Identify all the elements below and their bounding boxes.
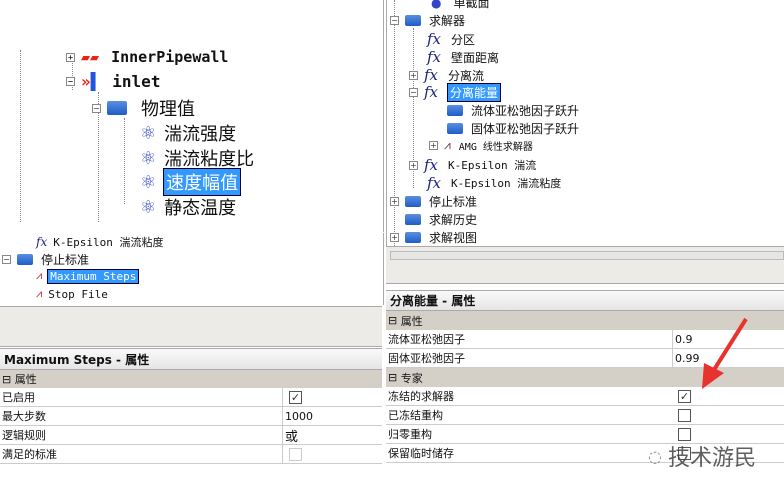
- tree-item[interactable]: + ⩘ AMG 线性求解器: [429, 138, 537, 153]
- collapse-icon[interactable]: −: [390, 16, 399, 25]
- tree-item-segregated-energy[interactable]: − fx 分离能量: [409, 82, 502, 102]
- atom-icon: ⚛: [140, 196, 157, 218]
- inlet-boundary-icon: »▌: [81, 72, 101, 91]
- tree-item-stop-file[interactable]: ⩘ Stop File: [36, 287, 108, 301]
- collapse-icon[interactable]: −: [92, 103, 101, 113]
- expand-icon[interactable]: +: [409, 70, 418, 80]
- tree-item[interactable]: ⚛ 湍流粘度比: [140, 145, 254, 171]
- expand-icon[interactable]: +: [66, 52, 75, 62]
- function-icon: fx: [427, 30, 442, 48]
- tree-item-selected[interactable]: ⚛ 速度幅值: [140, 168, 242, 196]
- folder-icon: [405, 232, 421, 243]
- prop-row-enabled[interactable]: 已启用 ✓: [0, 388, 382, 407]
- tree-item-inlet[interactable]: − »▌ inlet: [66, 72, 160, 91]
- right-tree: ● 单截面 − 求解器 fx 分区 fx 壁面距离 + fx 分离流 − fx 分离能量 流体亚…: [386, 0, 784, 246]
- collapse-icon[interactable]: −: [2, 255, 11, 264]
- atom-icon: ⚛: [140, 147, 157, 169]
- folder-icon: [405, 196, 421, 207]
- prop-row-criteria-satisfied[interactable]: 满足的标准: [0, 445, 382, 464]
- tree-item[interactable]: + 停止标准: [390, 193, 477, 210]
- tree-item[interactable]: fx K-Epsilon 湍流粘度: [36, 234, 163, 249]
- right-props-title: 分离能量 - 属性: [386, 290, 784, 311]
- function-icon: fx: [424, 66, 439, 84]
- folder-icon: [405, 15, 421, 26]
- function-icon: fx: [36, 234, 48, 249]
- tree-item[interactable]: + 求解视图: [390, 229, 477, 246]
- horizontal-scrollbar[interactable]: [390, 251, 784, 260]
- prop-row-max-steps[interactable]: 最大步数 1000: [0, 407, 382, 426]
- wechat-icon: ◌: [648, 446, 662, 466]
- folder-icon: [405, 214, 421, 225]
- tree-item[interactable]: 固体亚松弛因子跃升: [447, 120, 579, 137]
- tree-item[interactable]: fx K-Epsilon 湍流粘度: [427, 174, 561, 192]
- tree-item[interactable]: 流体亚松弛因子跃升: [447, 102, 579, 119]
- folder-icon: [17, 254, 33, 265]
- left-tree: fx K-Epsilon 湍流粘度 − 停止标准 ⩘ Maximum Steps ⩘ S…: [0, 233, 384, 305]
- left-gray-bar: [0, 306, 382, 347]
- function-icon: fx: [424, 156, 439, 174]
- red-arrow-annotation: [702, 317, 748, 389]
- left-props-title: Maximum Steps - 属性: [0, 348, 382, 370]
- max-steps-value[interactable]: 1000: [282, 407, 313, 425]
- atom-icon: ⚛: [140, 171, 157, 193]
- left-tree-zoomed: + ▰▰ InnerPipewall − »▌ inlet − 物理值 ⚛ 湍流强度 ⚛ 湍流…: [0, 0, 384, 232]
- collapse-icon[interactable]: −: [66, 77, 75, 86]
- tree-item[interactable]: + fx 分离流: [409, 66, 484, 84]
- tree-item-innerpipewall[interactable]: + ▰▰ InnerPipewall: [66, 48, 228, 66]
- collapse-icon[interactable]: −: [409, 87, 418, 97]
- function-icon: fx: [424, 83, 439, 101]
- left-props-section[interactable]: ⊟ 属性: [0, 370, 382, 388]
- wall-boundary-icon: ▰▰: [81, 48, 100, 66]
- tree-item[interactable]: fx 壁面距离: [427, 48, 499, 66]
- folder-icon: [107, 101, 127, 115]
- tree-item-solvers[interactable]: − 求解器: [390, 12, 465, 29]
- tree-item[interactable]: ● 单截面: [431, 0, 490, 11]
- expand-icon[interactable]: +: [429, 141, 438, 150]
- tree-item-maximum-steps[interactable]: ⩘ Maximum Steps: [36, 268, 140, 284]
- folder-icon: [447, 105, 463, 116]
- sphere-icon: ●: [431, 0, 442, 10]
- tree-item[interactable]: 求解历史: [405, 211, 477, 228]
- expand-icon[interactable]: +: [390, 197, 399, 206]
- criterion-icon: ⩘: [36, 269, 43, 282]
- prop-row[interactable]: 已冻结重构: [386, 406, 784, 425]
- enabled-checkbox[interactable]: ✓: [289, 390, 302, 404]
- tree-item[interactable]: + fx K-Epsilon 湍流: [409, 156, 536, 174]
- tree-item-stop-criteria[interactable]: − 停止标准: [2, 251, 89, 268]
- linear-solver-icon: ⩘: [444, 138, 451, 152]
- criterion-icon: ⩘: [36, 287, 43, 300]
- function-icon: fx: [427, 174, 442, 192]
- watermark: ◌ 技术游民: [648, 446, 756, 471]
- folder-icon: [447, 123, 463, 134]
- prop-row-logic-rule[interactable]: 逻辑规则或: [0, 426, 382, 445]
- tree-item-physics-values[interactable]: − 物理值: [92, 95, 195, 121]
- expand-icon[interactable]: +: [390, 233, 399, 242]
- tree-item[interactable]: ⚛ 静态温度: [140, 194, 236, 220]
- checkbox[interactable]: [678, 408, 691, 422]
- criteria-satisfied-checkbox: [289, 447, 302, 461]
- function-icon: fx: [427, 48, 442, 66]
- tree-item[interactable]: ⚛ 湍流强度: [140, 120, 236, 146]
- tree-item[interactable]: fx 分区: [427, 30, 475, 48]
- checkbox[interactable]: [678, 427, 691, 441]
- expand-icon[interactable]: +: [409, 160, 418, 170]
- logic-rule-value[interactable]: 或: [282, 426, 298, 445]
- atom-icon: ⚛: [140, 122, 157, 144]
